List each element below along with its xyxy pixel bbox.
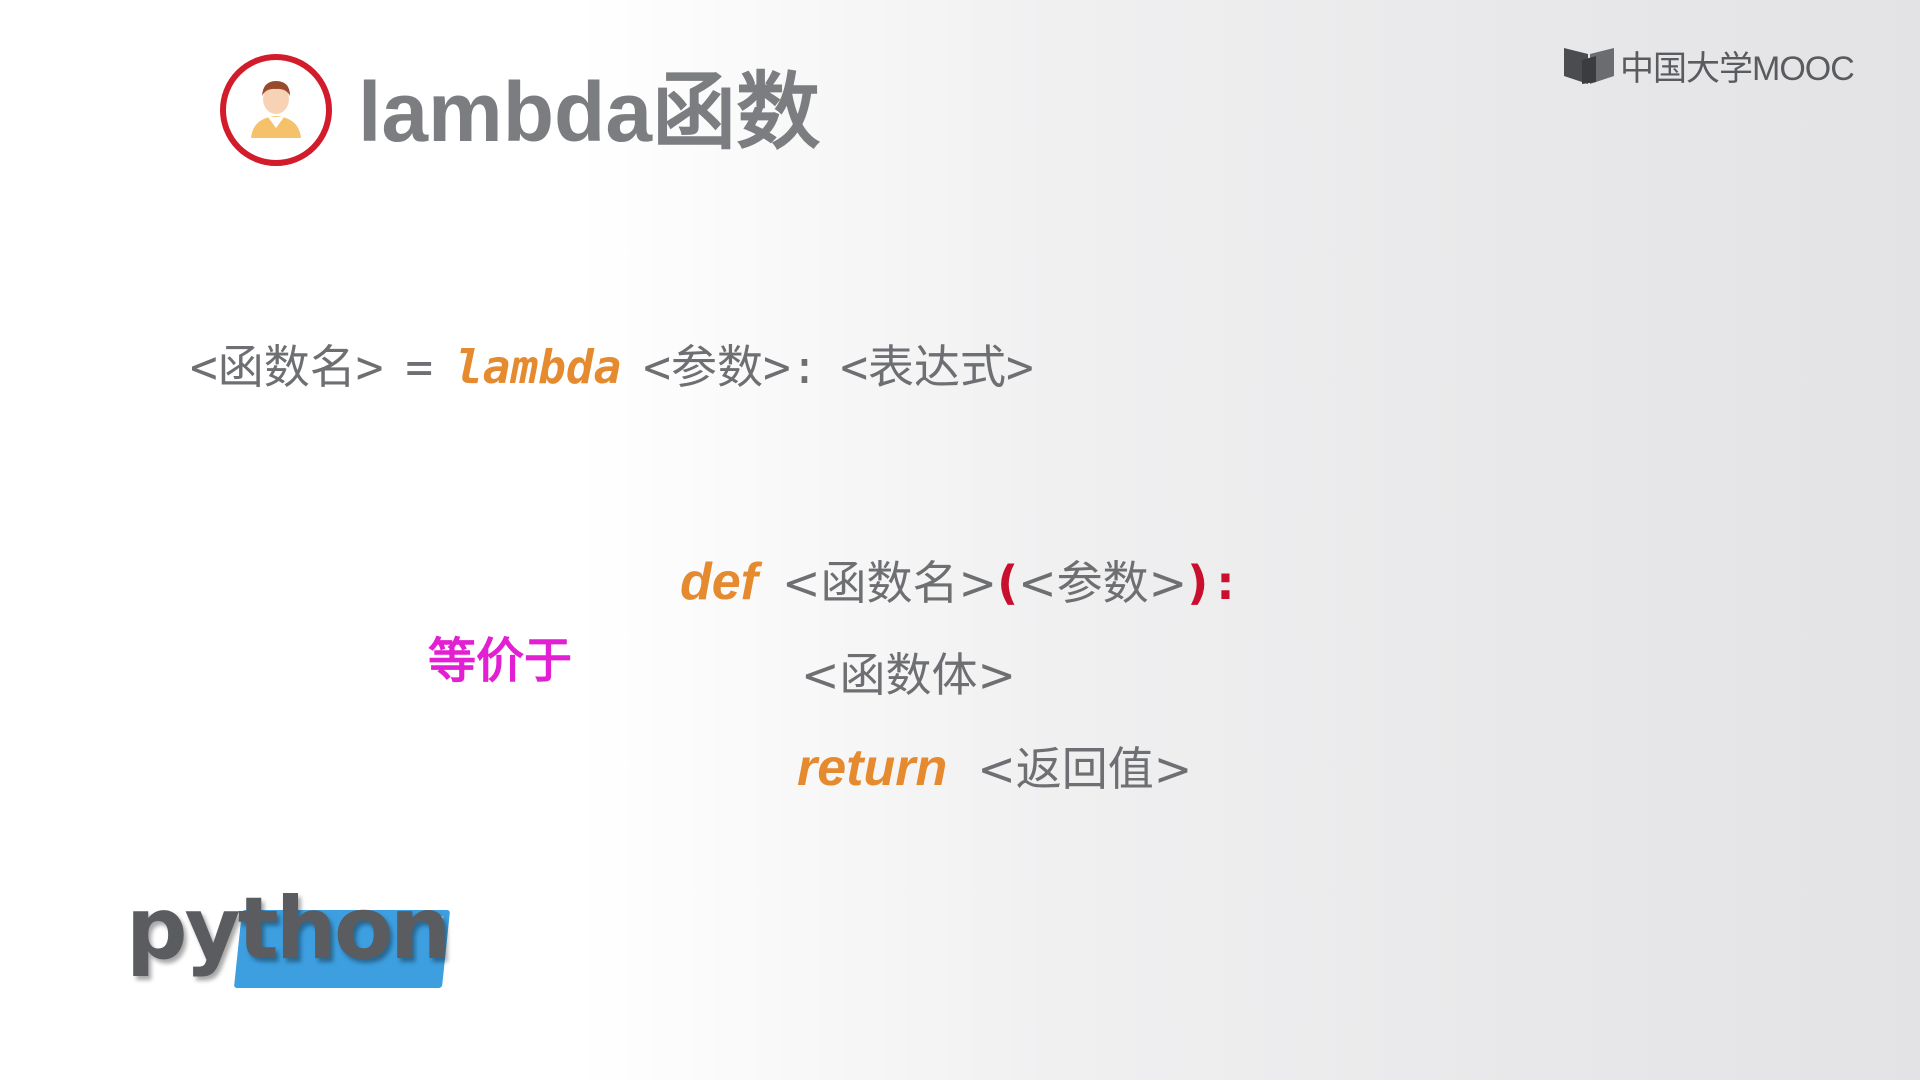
open-paren: ( <box>997 556 1019 610</box>
equivalent-label: 等价于 <box>428 633 573 689</box>
def-func-name: <函数名> <box>782 556 998 610</box>
avatar-icon <box>218 52 334 168</box>
def-colon: : <box>1216 556 1235 610</box>
function-body-line: <函数体> <box>801 644 1016 706</box>
function-body: <函数体> <box>801 648 1017 702</box>
def-line: def <函数名>(<参数>): <box>680 551 1235 614</box>
syntax-expression: <表达式> <box>840 340 1034 394</box>
syntax-func-name: <函数名> <box>190 340 384 394</box>
lambda-keyword: lambda <box>455 340 622 394</box>
syntax-equals: = <box>405 340 434 394</box>
python-logo: python <box>126 879 456 996</box>
lambda-syntax-line: <函数名> = lambda <参数>: <表达式> <box>190 336 1034 398</box>
book-icon <box>1564 48 1614 84</box>
def-keyword: def <box>680 553 758 611</box>
close-paren: ) <box>1187 556 1209 610</box>
mooc-logo: 中国大学MOOC <box>1562 42 1855 88</box>
python-logo-text: python <box>126 879 451 979</box>
syntax-params: <参数>: <box>643 340 819 394</box>
return-line: return <返回值> <box>797 737 1192 800</box>
slide-title: lambda函数 <box>358 65 821 159</box>
logo-text: 中国大学MOOC <box>1620 49 1855 88</box>
def-params: <参数> <box>1018 556 1188 610</box>
return-keyword: return <box>797 739 948 797</box>
return-value: <返回值> <box>977 742 1193 796</box>
